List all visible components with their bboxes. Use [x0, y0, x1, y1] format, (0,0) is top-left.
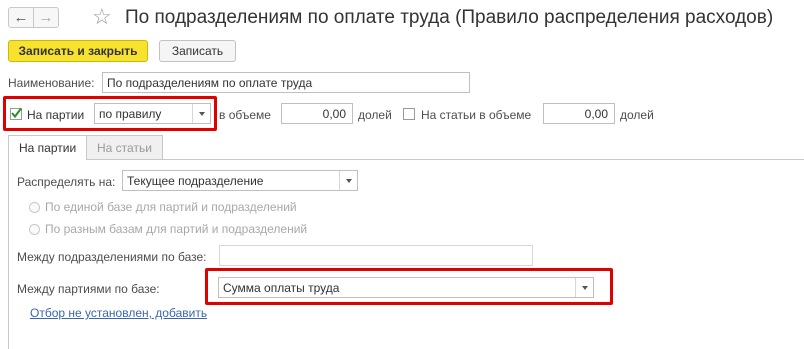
chevron-down-icon — [581, 285, 588, 290]
shares-label: долей — [358, 108, 392, 122]
between-batches-select[interactable]: Сумма оплаты труда — [218, 277, 594, 298]
items-shares-label: долей — [620, 108, 654, 122]
arrow-right-icon: → — [38, 9, 54, 26]
batches-checkbox-label[interactable]: На партии — [27, 108, 84, 122]
page-title: По подразделениям по оплате труда (Прави… — [125, 7, 774, 28]
distribute-label: Распределять на: — [17, 175, 116, 189]
in-volume-label: в объеме — [219, 108, 271, 122]
dropdown-button[interactable] — [339, 171, 357, 190]
items-checkbox-label[interactable]: На статьи в объеме — [421, 108, 531, 122]
between-batches-label: Между партиями по базе: — [17, 282, 160, 296]
radio-single-base-label[interactable]: По единой базе для партий и подразделени… — [45, 200, 297, 214]
distribute-select[interactable]: Текущее подразделение — [122, 170, 358, 191]
items-volume-field[interactable]: 0,00 — [543, 103, 615, 124]
favorite-star-icon[interactable]: ☆ — [92, 4, 112, 30]
batches-checkbox[interactable] — [10, 107, 22, 120]
batches-volume-value: 0,00 — [322, 106, 346, 121]
items-checkbox[interactable] — [403, 108, 415, 120]
checkmark-icon — [11, 107, 22, 119]
save-button[interactable]: Записать — [159, 40, 236, 62]
forward-button[interactable]: → — [33, 7, 59, 28]
items-volume-value: 0,00 — [584, 106, 608, 121]
name-field[interactable]: По подразделениям по оплате труда — [102, 72, 470, 93]
back-button[interactable]: ← — [8, 7, 34, 28]
between-batches-value: Сумма оплаты труда — [223, 280, 340, 295]
batches-volume-field[interactable]: 0,00 — [281, 103, 353, 124]
save-and-close-button[interactable]: Записать и закрыть — [8, 40, 148, 62]
tab-items[interactable]: На статьи — [86, 135, 163, 159]
name-label: Наименование: — [8, 76, 95, 90]
filter-link[interactable]: Отбор не установлен, добавить — [30, 306, 207, 320]
dropdown-button[interactable] — [575, 278, 593, 297]
chevron-down-icon — [345, 178, 352, 183]
dropdown-button[interactable] — [192, 104, 210, 123]
name-value: По подразделениям по оплате труда — [107, 75, 313, 90]
arrow-left-icon: ← — [13, 9, 29, 26]
radio-single-base[interactable] — [29, 202, 40, 213]
between-departments-label: Между подразделениями по базе: — [17, 250, 207, 264]
between-departments-field[interactable] — [219, 245, 533, 266]
tab-batches[interactable]: На партии — [8, 135, 88, 160]
batches-mode-select[interactable]: по правилу — [94, 103, 211, 124]
distribute-value: Текущее подразделение — [127, 173, 264, 188]
radio-different-bases[interactable] — [29, 224, 40, 235]
radio-different-bases-label[interactable]: По разным базам для партий и подразделен… — [45, 222, 307, 236]
chevron-down-icon — [198, 111, 205, 116]
batches-mode-value: по правилу — [99, 106, 162, 121]
